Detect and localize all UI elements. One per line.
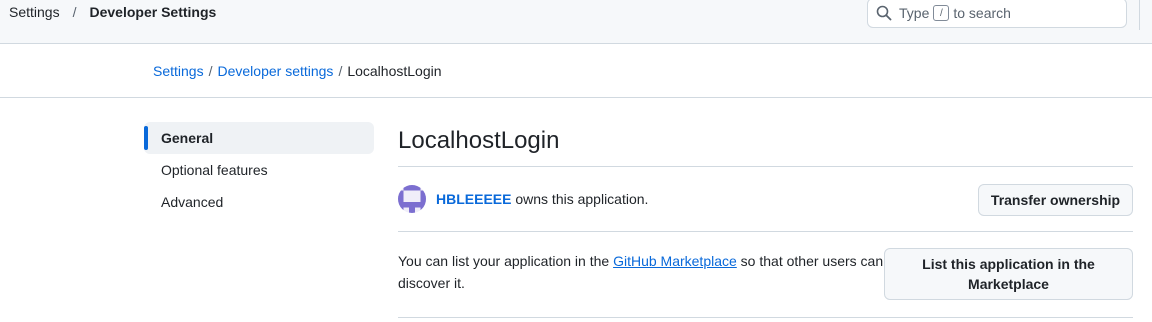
transfer-ownership-button[interactable]: Transfer ownership (978, 184, 1133, 216)
breadcrumb-separator: / (338, 63, 343, 79)
search-shortcut-key: / (933, 5, 950, 21)
page-title: LocalhostLogin (398, 124, 1133, 167)
breadcrumb-current: LocalhostLogin (347, 63, 442, 79)
header-crumb-developer-settings[interactable]: Developer Settings (89, 4, 216, 21)
search-input[interactable]: Type / to search (867, 0, 1127, 28)
marketplace-text-before: You can list your application in the (398, 253, 614, 269)
breadcrumb-settings-link[interactable]: Settings (153, 63, 204, 80)
breadcrumb-developer-settings-link[interactable]: Developer settings (217, 63, 333, 80)
settings-sidebar: General Optional features Advanced (144, 122, 374, 218)
owner-statement: HBLEEEEE owns this application. (436, 191, 648, 208)
sidebar-item-advanced[interactable]: Advanced (144, 186, 374, 218)
header-crumb-settings[interactable]: Settings (9, 4, 60, 21)
marketplace-description: You can list your application in the Git… (398, 250, 888, 294)
marketplace-section: You can list your application in the Git… (398, 232, 1133, 318)
owner-section: HBLEEEEE owns this application. Transfer… (398, 167, 1133, 232)
breadcrumb: Settings / Developer settings / Localhos… (153, 63, 442, 80)
breadcrumb-bar: Settings / Developer settings / Localhos… (0, 44, 1152, 98)
breadcrumb-separator: / (208, 63, 213, 79)
search-suffix: to search (953, 5, 1011, 21)
sidebar-item-general[interactable]: General (144, 122, 374, 154)
github-marketplace-link[interactable]: GitHub Marketplace (613, 253, 737, 269)
list-in-marketplace-button[interactable]: List this application in the Marketplace (884, 248, 1133, 300)
header-divider (1139, 0, 1140, 30)
search-prefix: Type (899, 5, 930, 21)
search-icon (876, 5, 892, 21)
avatar-identicon (398, 185, 426, 213)
owner-link[interactable]: HBLEEEEE (436, 191, 511, 207)
header-breadcrumb: Settings / Developer Settings (9, 4, 216, 21)
owner-description: owns this application. (511, 191, 649, 207)
sidebar-item-optional-features[interactable]: Optional features (144, 154, 374, 186)
top-header: Settings / Developer Settings Type / to … (0, 0, 1152, 44)
main-content: LocalhostLogin HBLEEEEE owns this applic… (398, 124, 1133, 318)
header-crumb-separator: / (72, 4, 77, 20)
avatar[interactable] (398, 185, 426, 213)
